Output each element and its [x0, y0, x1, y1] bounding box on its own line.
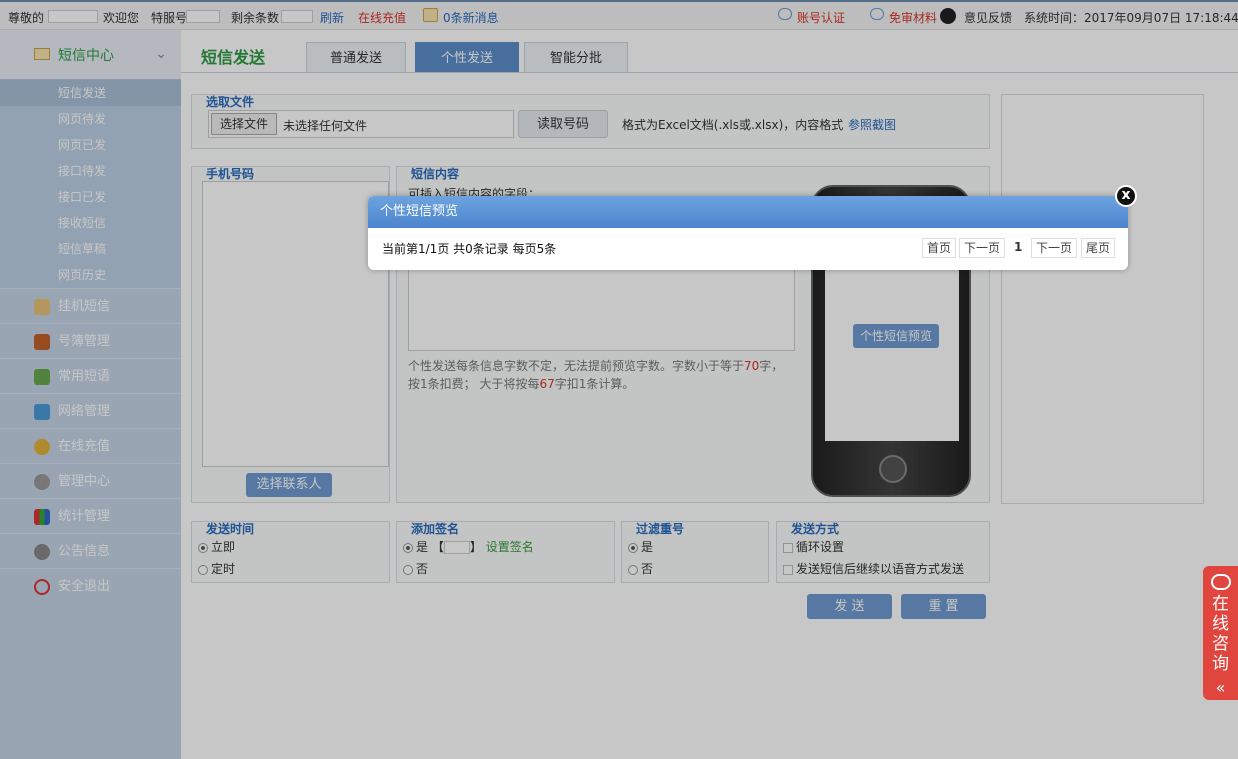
- current-page: 1: [1014, 240, 1023, 254]
- chat-bubble-icon: [1210, 574, 1231, 590]
- consult-label: 在线咨询: [1212, 594, 1229, 674]
- next-page-button[interactable]: 下一页: [1031, 238, 1078, 258]
- last-page-button[interactable]: 尾页: [1081, 238, 1116, 258]
- preview-modal: 个性短信预览 当前第1/1页 共0条记录 每页5条 首页 下一页 1 下一页 尾…: [368, 196, 1128, 270]
- prev-page-button[interactable]: 下一页: [959, 238, 1006, 258]
- modal-overlay[interactable]: [0, 0, 1238, 759]
- pagination-info: 当前第1/1页 共0条记录 每页5条: [382, 242, 557, 256]
- collapse-arrow-icon[interactable]: «: [1203, 678, 1238, 697]
- close-icon[interactable]: x: [1115, 185, 1137, 207]
- first-page-button[interactable]: 首页: [922, 238, 957, 258]
- modal-title: 个性短信预览: [368, 196, 1128, 228]
- online-consult-tab[interactable]: 在线咨询 «: [1203, 566, 1238, 700]
